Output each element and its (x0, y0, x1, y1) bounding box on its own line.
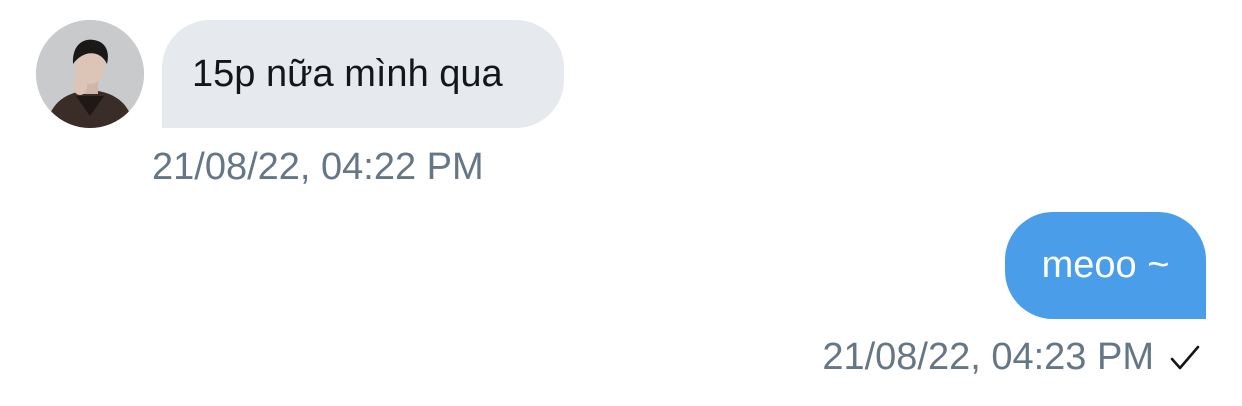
outgoing-message-meta: 21/08/22, 04:23 PM (822, 336, 1202, 379)
check-icon (1170, 345, 1200, 369)
incoming-message-bubble[interactable]: 15p nữa mình qua (162, 20, 564, 128)
outgoing-message-timestamp: 21/08/22, 04:23 PM (822, 336, 1154, 378)
outgoing-message-bubble[interactable]: meoo ~ (1005, 212, 1206, 319)
incoming-message-timestamp: 21/08/22, 04:22 PM (152, 146, 484, 188)
outgoing-message-text: meoo ~ (1041, 244, 1170, 286)
user-avatar-photo-icon (36, 20, 144, 128)
incoming-message-text: 15p nữa mình qua (192, 52, 503, 95)
sender-avatar[interactable] (36, 20, 144, 128)
